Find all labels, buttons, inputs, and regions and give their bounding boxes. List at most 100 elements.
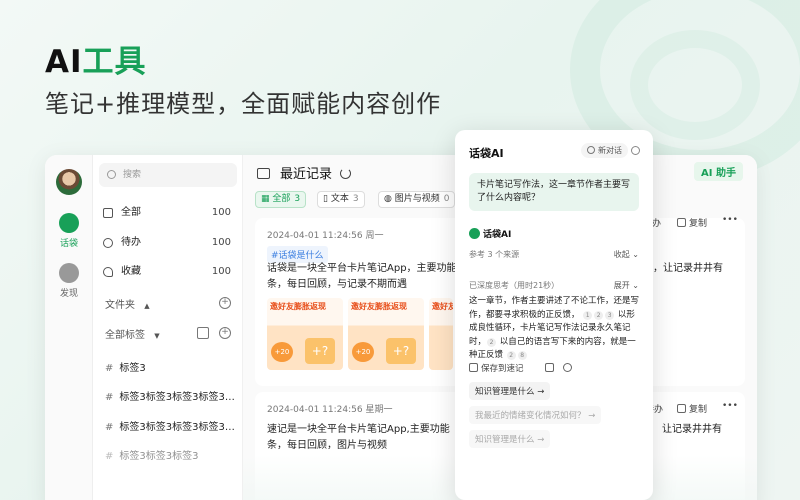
card-body-tail: 让记录井井有 [662, 424, 722, 435]
sidebar-item-count: 100 [211, 207, 231, 218]
reference-badge[interactable]: 1 [583, 310, 593, 320]
promo-mystery: +? [386, 338, 416, 364]
reference-badge[interactable]: 8 [517, 351, 527, 360]
assistant-name-label: 话袋AI [483, 230, 512, 240]
tags-section-header[interactable]: 全部标签 ▼ [105, 326, 160, 341]
promo-title: 邀好友膨胀返现 [351, 302, 407, 311]
save-to-note-button[interactable]: 保存到速记 [469, 362, 524, 374]
tag-label: 标签3标签3标签3标签3标签3 [119, 422, 237, 433]
search-icon [107, 170, 116, 179]
caret-up-icon: ▲ [144, 302, 150, 310]
hash-icon: # [105, 422, 114, 433]
ai-chat-panel: 话袋AI 新对话 卡片笔记写作法，这一章节作者主要写了什么内容呢？ 话袋AI 参… [455, 130, 653, 500]
reference-badge[interactable]: 2 [487, 337, 497, 347]
card-date: 2024-04-01 11:24:56 周一 [267, 231, 384, 241]
save-icon [469, 363, 478, 372]
search-placeholder: 搜索 [123, 170, 142, 180]
chevron-down-icon: ⌄ [632, 281, 639, 290]
new-chat-label: 新对话 [598, 146, 622, 155]
background-decoration-small [630, 30, 760, 140]
collapse-label: 收起 [613, 250, 630, 259]
ai-panel-title: 话袋AI [469, 147, 504, 160]
card-more-button[interactable]: ••• [722, 401, 738, 411]
sidebar-toggle-icon[interactable] [257, 168, 270, 179]
new-chat-button[interactable]: 新对话 [581, 143, 628, 158]
plus-icon [587, 146, 595, 154]
card-copy-button[interactable]: 复制 [677, 216, 707, 229]
regenerate-icon[interactable] [563, 363, 572, 372]
document-icon: ▯ [323, 194, 331, 204]
reference-badge[interactable]: 2 [506, 351, 516, 360]
todo-label: 办 [652, 219, 662, 229]
edit-tags-button[interactable] [197, 327, 209, 339]
tag-label: 标签3标签3标签3标签3标签3 [119, 392, 237, 403]
user-question-bubble: 卡片笔记写作法，这一章节作者主要写了什么内容呢？ [469, 173, 639, 211]
card-todo-button[interactable]: 办 [652, 216, 661, 229]
reference-badge[interactable]: 2 [594, 310, 604, 320]
sidebar-item-todo[interactable]: 待办 100 [101, 233, 237, 253]
promo-image[interactable]: 邀好友膨胀返现 +20 +? [267, 298, 343, 370]
ai-assistant-button[interactable]: AI 助手 [694, 162, 743, 181]
filter-text[interactable]: ▯ 文本 3 [317, 191, 365, 208]
copy-icon[interactable] [545, 363, 554, 372]
avatar[interactable] [56, 169, 82, 195]
expand-thinking-button[interactable]: 展开 ⌄ [614, 280, 639, 291]
suggestion-chip[interactable]: 知识管理是什么 → [469, 382, 551, 400]
filter-all[interactable]: ▦ 全部 3 [255, 191, 307, 208]
promo-title: 邀好友膨胀返现 [270, 302, 326, 311]
folder-section-header[interactable]: 文件夹 ▲ [105, 296, 150, 311]
search-input[interactable]: 搜索 [99, 163, 237, 187]
suggestion-chip[interactable]: 知识管理是什么 → [469, 430, 551, 448]
copy-icon [677, 404, 686, 413]
promo-title: 邀好友膨胀返现 [432, 302, 453, 311]
rail-item-huadai[interactable]: 话袋 [45, 213, 93, 249]
refresh-icon[interactable] [340, 168, 352, 179]
add-tag-button[interactable]: + [219, 327, 231, 339]
page-title-text: 最近记录 [280, 167, 333, 182]
filter-label: 文本 [330, 194, 349, 204]
ai-logo-icon [469, 228, 480, 239]
sidebar: 搜索 全部 100 待办 100 收藏 100 文件夹 ▲ + 全部标签 ▼ +… [93, 155, 243, 500]
rail-item-discover[interactable]: 发现 [45, 263, 93, 299]
filter-count: 0 [443, 194, 450, 204]
hero-subtitle: 笔记+推理模型，全面赋能内容创作 [45, 90, 442, 118]
tag-item[interactable]: # 标签3 [105, 359, 237, 374]
reference-badge[interactable]: 3 [605, 310, 615, 320]
thinking-status: 已深度思考（用时21秒） [469, 281, 560, 290]
card-copy-button[interactable]: 复制 [677, 402, 707, 415]
hero-title-ai: AI [45, 44, 83, 80]
sidebar-item-count: 100 [211, 237, 231, 248]
filter-media[interactable]: ◍ 图片与视频 0 [378, 191, 456, 208]
grid-icon: ▦ [261, 194, 273, 204]
tag-item[interactable]: # 标签3标签3标签3 [105, 447, 237, 462]
suggestion-chip[interactable]: 我最近的情绪变化情况如何？ → [469, 406, 602, 424]
image-icon: ◍ [384, 194, 395, 204]
tag-label: 标签3标签3标签3 [119, 451, 199, 462]
add-folder-button[interactable]: + [219, 297, 231, 309]
left-rail: 话袋 发现 [45, 155, 93, 500]
sidebar-item-label: 待办 [121, 237, 141, 248]
folder-header-label: 文件夹 [105, 300, 135, 311]
copy-label: 复制 [689, 405, 708, 415]
card-more-button[interactable]: ••• [722, 215, 738, 225]
compass-icon [59, 263, 79, 283]
caret-down-icon: ▼ [154, 332, 160, 340]
hero-title: AI工具 [45, 36, 147, 81]
collapse-sources-button[interactable]: 收起 ⌄ [614, 249, 639, 260]
sidebar-item-favorites[interactable]: 收藏 100 [101, 262, 237, 282]
history-icon[interactable] [631, 146, 640, 155]
sidebar-item-label: 收藏 [121, 266, 141, 277]
promo-mystery: +? [305, 338, 335, 364]
tag-item[interactable]: # 标签3标签3标签3标签3标签3 [105, 388, 237, 403]
alarm-icon [103, 238, 113, 248]
promo-image[interactable]: 邀好友膨胀返现 [429, 298, 453, 370]
hash-icon: # [105, 363, 114, 374]
sidebar-item-label: 全部 [121, 207, 141, 218]
copy-label: 复制 [689, 219, 708, 229]
filter-count: 3 [352, 194, 359, 204]
rail-item-label: 发现 [59, 289, 78, 299]
hero-title-tool: 工具 [82, 44, 147, 80]
tag-item[interactable]: # 标签3标签3标签3标签3标签3 [105, 418, 237, 433]
promo-image[interactable]: 邀好友膨胀返现 +20 +? [348, 298, 424, 370]
sidebar-item-all[interactable]: 全部 100 [101, 203, 237, 223]
